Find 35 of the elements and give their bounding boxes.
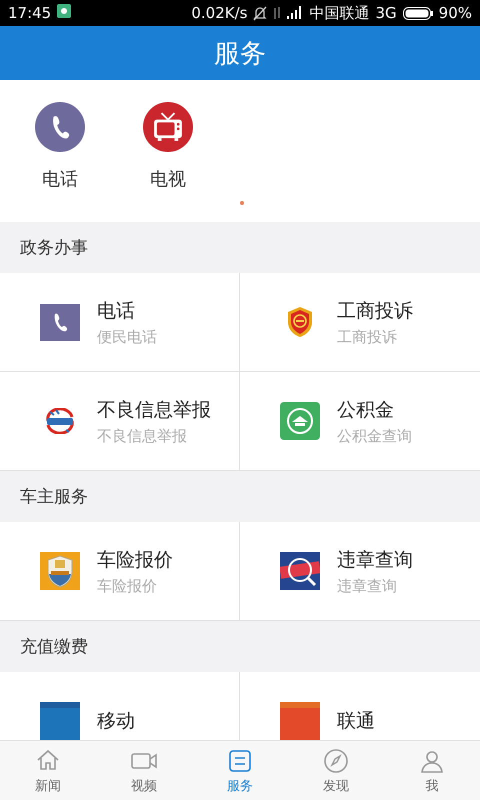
quick-service-item[interactable]: 电视 (114, 80, 222, 192)
section-heading: 车主服务 (19, 486, 89, 509)
service-tile[interactable]: 车险报价 车险报价 (0, 522, 240, 621)
service-tile[interactable]: 电话 便民电话 (0, 273, 240, 372)
battery-percent: 90% (438, 4, 472, 22)
nav-tab[interactable]: 服务 (192, 741, 288, 800)
nav-tab[interactable]: 发现 (288, 741, 384, 800)
section-heading: 充值缴费 (19, 636, 89, 659)
phone-icon (33, 102, 87, 152)
phone-icon (40, 304, 80, 340)
signal-icon (287, 6, 304, 18)
nav-tab[interactable]: 我 (384, 741, 480, 800)
carrier-name: 中国联通 (309, 4, 370, 22)
report-logo-icon (44, 408, 76, 434)
page-title: 服务 (214, 38, 266, 70)
shield-icon (40, 552, 80, 590)
emblem-icon (286, 306, 314, 338)
magnifier-icon (280, 552, 320, 590)
quick-service-item[interactable]: 电话 (6, 80, 114, 192)
nav-tab[interactable]: 视频 (96, 741, 192, 800)
network-speed: 0.02K/s (191, 4, 248, 22)
clock: 17:45 (8, 4, 52, 22)
house-icon (280, 402, 320, 440)
battery-icon (402, 6, 433, 20)
nav-tab[interactable]: 新闻 (0, 741, 96, 800)
section-heading: 政务办事 (19, 237, 89, 260)
bell-muted-icon (253, 6, 268, 20)
unicom-logo-icon (280, 702, 320, 740)
data-arrows-icon (273, 6, 282, 20)
network-type: 3G (375, 4, 397, 22)
compass-icon (322, 746, 350, 774)
tv-icon (141, 102, 195, 152)
service-tile[interactable]: 不良信息举报 不良信息举报 (0, 372, 240, 471)
mobile-logo-icon (40, 702, 80, 740)
page-indicator-dot (240, 201, 244, 205)
